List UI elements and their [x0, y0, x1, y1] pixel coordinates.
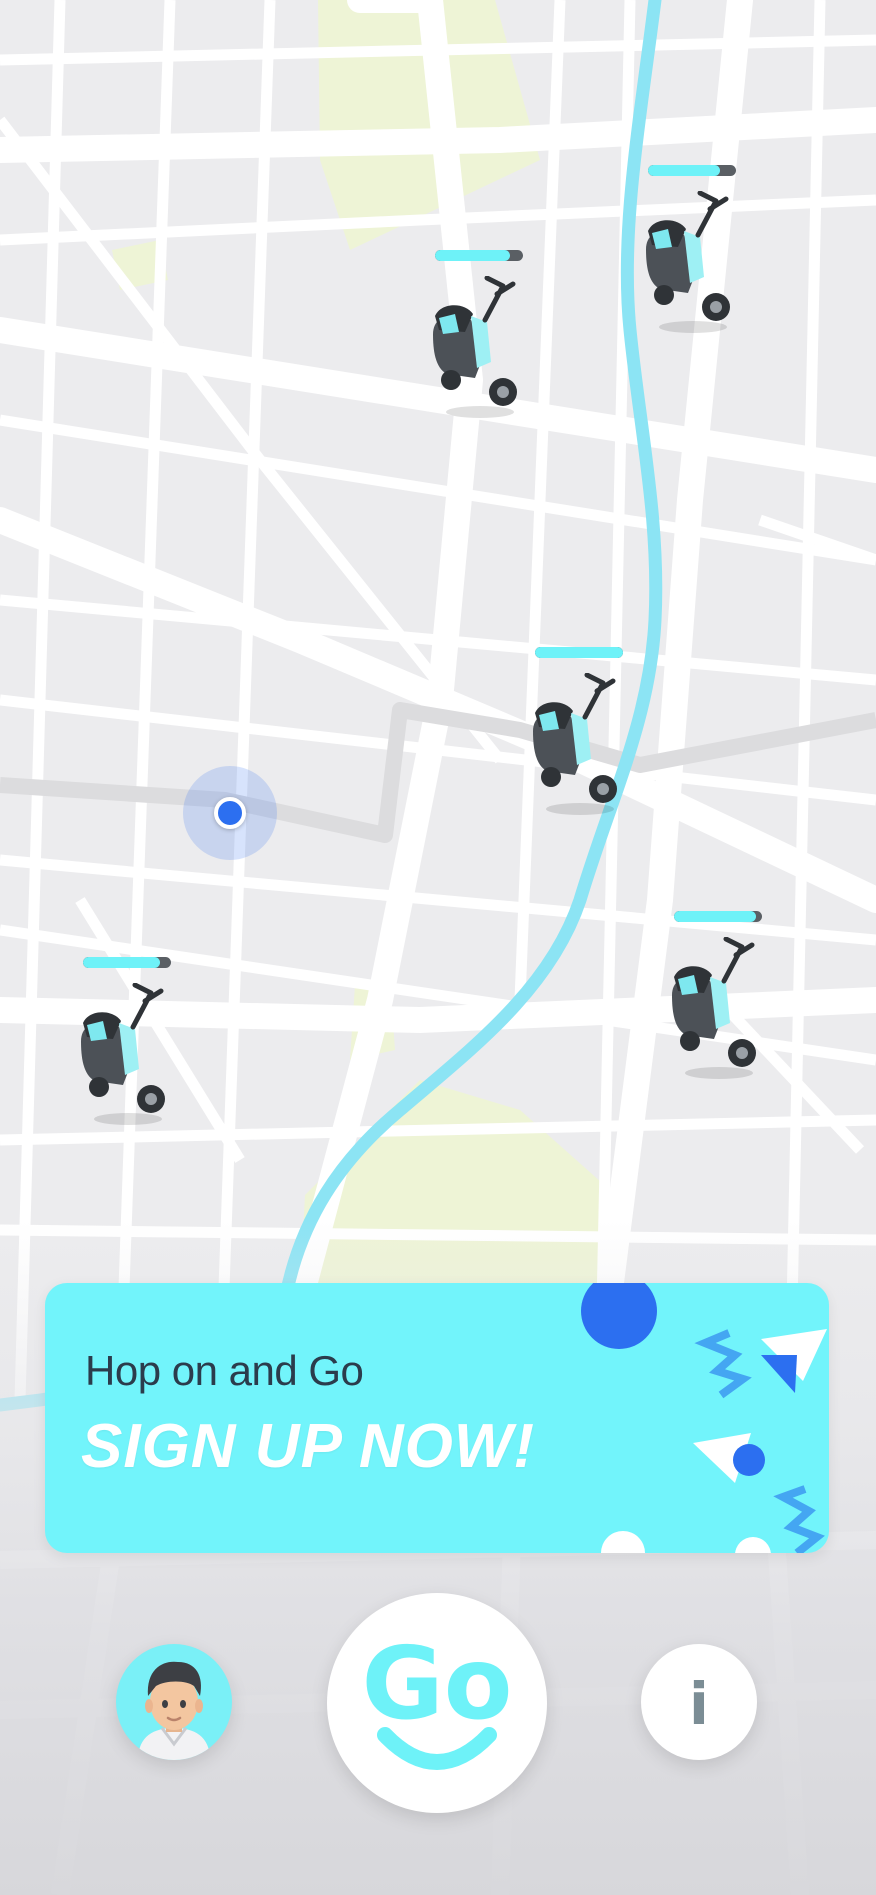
avatar-icon [138, 1661, 210, 1760]
promo-call-to-action: SIGN UP NOW! [81, 1412, 536, 1481]
battery-fill [535, 647, 623, 658]
signup-promo-banner[interactable]: Hop on and Go SIGN UP NOW! [45, 1283, 829, 1553]
battery-indicator [435, 250, 523, 261]
battery-indicator [535, 647, 623, 658]
profile-button[interactable] [116, 1644, 232, 1760]
map-screen: Hop on and Go SIGN UP NOW! Go i [0, 0, 876, 1895]
info-glyph: i [689, 1670, 709, 1738]
scooter-marker[interactable] [73, 957, 183, 1127]
user-location-marker [183, 766, 277, 860]
battery-indicator [83, 957, 171, 968]
scooter-icon [533, 673, 617, 815]
scooter-marker[interactable] [638, 165, 748, 335]
scooter-icon [81, 983, 165, 1125]
battery-fill [648, 165, 721, 176]
location-dot-icon [214, 797, 246, 829]
battery-fill [435, 250, 510, 261]
scooter-marker[interactable] [425, 250, 535, 420]
battery-fill [83, 957, 161, 968]
go-logo-icon: Go [362, 1625, 513, 1770]
battery-indicator [674, 911, 762, 922]
go-logo-text: Go [362, 1625, 513, 1742]
scooter-icon [646, 191, 730, 333]
scooter-icon [672, 937, 756, 1079]
scooter-marker[interactable] [664, 911, 774, 1081]
promo-tagline: Hop on and Go [85, 1347, 364, 1394]
info-icon: i [689, 1670, 709, 1738]
scooter-icon [433, 276, 517, 418]
battery-fill [674, 911, 756, 922]
battery-indicator [648, 165, 736, 176]
go-button[interactable]: Go [327, 1593, 547, 1813]
scooter-marker[interactable] [525, 647, 635, 817]
info-button[interactable]: i [641, 1644, 757, 1760]
